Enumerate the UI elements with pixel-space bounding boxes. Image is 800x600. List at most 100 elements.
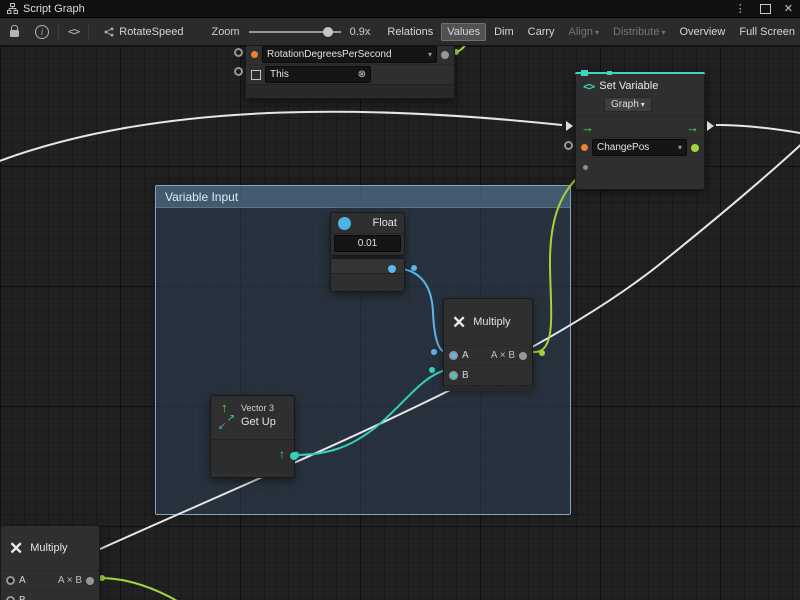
toolbar-separator: [88, 24, 89, 40]
output-port[interactable]: [86, 577, 94, 585]
set-variable-node[interactable]: <> Set Variable Graph ▾ → → ChangePos ▾: [575, 72, 705, 190]
variable-accent-square: [607, 71, 612, 75]
chevron-down-icon: ▾: [428, 50, 432, 59]
unity-script-graph-window: Script Graph ⋮ ✕ i <> RotateSpeed Zoom 0…: [0, 0, 800, 600]
dim-button[interactable]: Dim: [488, 23, 520, 41]
float-node[interactable]: Float 0.01: [330, 212, 405, 256]
gameobject-cube-icon: [251, 70, 261, 80]
rotation-variable-node[interactable]: RotationDegreesPerSecond ▾ This ⊗: [245, 46, 455, 99]
zoom-slider[interactable]: [249, 31, 341, 33]
target-input-port[interactable]: [234, 67, 243, 76]
output-port[interactable]: [583, 165, 588, 170]
node-title: Set Variable: [599, 80, 658, 92]
get-up-node[interactable]: ↑ ↗ ↙ Vector 3 Get Up ↑: [210, 395, 295, 478]
wire-bottom-multiply-out: [100, 578, 182, 600]
chevron-down-icon: ▾: [678, 143, 682, 152]
group-header[interactable]: Variable Input: [156, 186, 570, 208]
relations-button[interactable]: Relations: [381, 23, 439, 41]
float-output-section[interactable]: [330, 258, 405, 292]
output-label: A × B: [58, 575, 82, 586]
script-graph-icon: [7, 3, 18, 14]
vector-output-port[interactable]: [290, 452, 298, 460]
window-controls: ⋮ ✕: [735, 2, 793, 15]
flow-input-port[interactable]: [566, 121, 573, 131]
input-port-a[interactable]: [6, 576, 15, 585]
info-icon[interactable]: i: [35, 25, 49, 39]
input-port-b[interactable]: [6, 596, 15, 600]
value-port-icon[interactable]: [581, 144, 588, 151]
variable-icon: <>: [583, 80, 594, 93]
chevron-down-icon: ▾: [641, 100, 645, 109]
port-row-b: B: [1, 590, 99, 600]
node-title: Multiply: [473, 316, 510, 328]
value-output-port[interactable]: [691, 144, 699, 152]
code-preview-icon[interactable]: <>: [68, 25, 79, 38]
port-row-b: B: [444, 365, 532, 385]
port-strip: [331, 259, 404, 274]
values-button[interactable]: Values: [441, 23, 486, 41]
maximize-icon[interactable]: [760, 4, 771, 14]
breadcrumb[interactable]: RotateSpeed: [104, 26, 183, 38]
flow-row: → →: [576, 116, 704, 137]
output-row: [576, 157, 704, 176]
node-header: ✕ Multiply: [1, 526, 99, 570]
variable-accent-square: [581, 70, 588, 76]
graph-asset-icon: [104, 27, 114, 37]
self-target-icon[interactable]: ⊗: [358, 69, 366, 80]
variable-dropdown[interactable]: ChangePos ▾: [592, 139, 687, 156]
multiply-icon: ✕: [452, 314, 466, 331]
value-row: 0.01: [331, 233, 404, 253]
multiply-icon: ✕: [9, 540, 23, 557]
scope-dropdown[interactable]: Graph ▾: [604, 97, 652, 112]
input-port[interactable]: [234, 48, 243, 57]
node-title: Float: [373, 217, 397, 229]
float-output-port[interactable]: [388, 265, 396, 273]
node-header: ✕ Multiply: [444, 299, 532, 345]
graph-canvas[interactable]: Variable Input: [0, 46, 800, 600]
zoom-slider-handle[interactable]: [323, 27, 333, 37]
input-port-a[interactable]: [449, 351, 458, 360]
float-type-icon: [338, 217, 351, 230]
node-header: <> Set Variable Graph ▾: [576, 73, 704, 114]
value-output-port[interactable]: [441, 51, 449, 59]
node-title: Get Up: [241, 416, 276, 428]
zoom-label: Zoom: [211, 26, 239, 38]
output-label: A × B: [491, 350, 515, 361]
node-header: ↑ ↗ ↙ Vector 3 Get Up: [211, 396, 294, 439]
distribute-button[interactable]: Distribute▾: [607, 23, 671, 41]
arrow-ne-icon: ↗: [227, 414, 235, 424]
arrow-sw-icon: ↙: [218, 422, 226, 432]
multiply-node[interactable]: ✕ Multiply A A × B B: [443, 298, 533, 388]
fullscreen-button[interactable]: Full Screen: [733, 23, 800, 41]
node-footer: [246, 84, 454, 98]
wire-flow-into-set-variable: [0, 112, 562, 163]
variable-dropdown[interactable]: RotationDegreesPerSecond ▾: [262, 46, 437, 63]
port-row-a: A A × B: [1, 570, 99, 590]
port-strip: ↑: [211, 439, 294, 473]
wire-flow-out-of-set-variable: [716, 125, 800, 134]
node-header: Float: [331, 213, 404, 233]
lock-icon[interactable]: [10, 30, 19, 37]
close-icon[interactable]: ✕: [784, 2, 793, 15]
target-field[interactable]: This ⊗: [265, 66, 371, 83]
multiply-node-bottom[interactable]: ✕ Multiply A A × B B: [0, 525, 100, 600]
overview-button[interactable]: Overview: [674, 23, 732, 41]
node-title: Multiply: [30, 542, 67, 554]
node-type-label: Vector 3: [241, 403, 276, 413]
vector-output-icon: ↑: [279, 448, 285, 460]
window-menu-icon[interactable]: ⋮: [735, 2, 747, 15]
chevron-down-icon: ▾: [595, 28, 599, 37]
zoom-value: 0.9x: [350, 26, 371, 38]
value-input-port[interactable]: [564, 141, 573, 150]
flow-output-port[interactable]: [707, 121, 714, 131]
carry-button[interactable]: Carry: [522, 23, 561, 41]
input-port-b[interactable]: [449, 371, 458, 380]
float-value-field[interactable]: 0.01: [334, 235, 401, 252]
output-port[interactable]: [519, 352, 527, 360]
flow-in-arrow-icon: →: [581, 121, 594, 134]
variable-row: ChangePos ▾: [576, 137, 704, 157]
window-titlebar: Script Graph ⋮ ✕: [0, 0, 800, 18]
graph-toolbar: i <> RotateSpeed Zoom 0.9x Relations Val…: [0, 18, 800, 46]
value-port-icon[interactable]: [251, 51, 258, 58]
align-button[interactable]: Align▾: [563, 23, 605, 41]
